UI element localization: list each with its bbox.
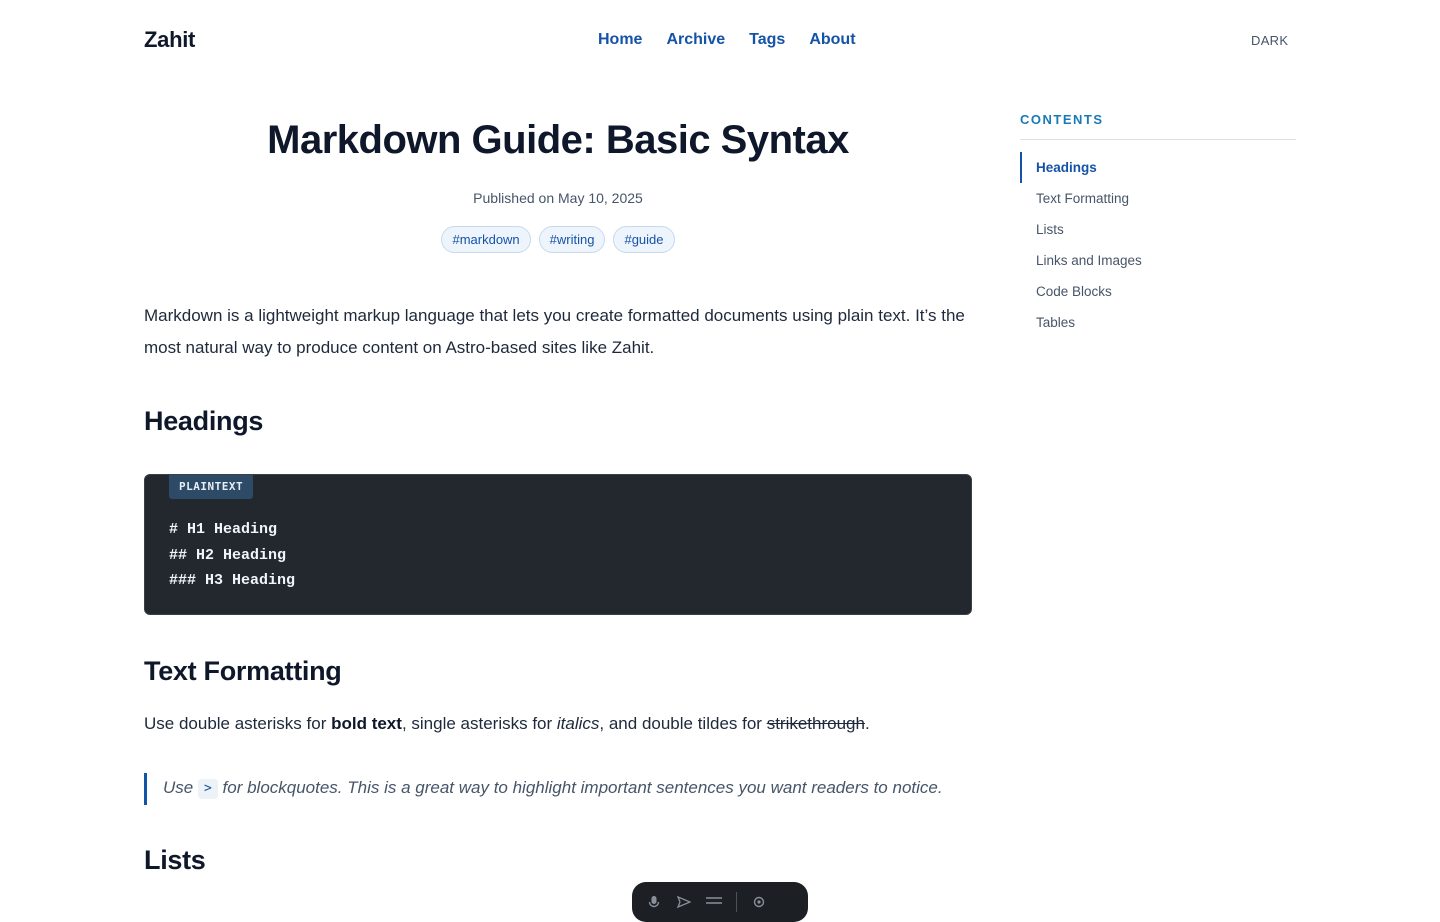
nav-archive-link[interactable]: Archive — [666, 31, 725, 49]
toc-list: Headings Text Formatting Lists Links and… — [1020, 152, 1296, 338]
blockquote-text: Use — [163, 778, 198, 797]
toc-item-lists[interactable]: Lists — [1020, 214, 1296, 245]
code-block: PLAINTEXT # H1 Heading ## H2 Heading ###… — [144, 474, 972, 615]
tag-writing[interactable]: #writing — [538, 226, 606, 253]
site-logo[interactable]: Zahit — [144, 27, 195, 53]
microphone-icon[interactable] — [646, 894, 662, 910]
theme-toggle-button[interactable]: DARK — [1251, 33, 1288, 48]
nav-about-link[interactable]: About — [809, 31, 855, 49]
tag-list: #markdown #writing #guide — [144, 226, 972, 253]
section-heading-text-formatting: Text Formatting — [144, 656, 342, 686]
settings-icon[interactable] — [751, 894, 767, 910]
toc-item-headings[interactable]: Headings — [1020, 152, 1296, 183]
code-content: # H1 Heading ## H2 Heading ### H3 Headin… — [169, 517, 295, 594]
floating-toolbar — [632, 882, 808, 922]
main-nav: Home Archive Tags About — [598, 31, 856, 49]
formatting-text: , and double tildes for — [599, 714, 767, 733]
formatting-text: Use double asterisks for — [144, 714, 332, 733]
toolbar-divider — [736, 892, 737, 912]
code-line: # H1 Heading — [169, 521, 278, 538]
tag-guide[interactable]: #guide — [613, 226, 675, 253]
table-of-contents: CONTENTS Headings Text Formatting Lists … — [1020, 112, 1296, 338]
section-heading-lists: Lists — [144, 845, 206, 875]
post-title: Markdown Guide: Basic Syntax — [267, 118, 849, 162]
formatting-text: . — [864, 714, 870, 733]
nav-home-link[interactable]: Home — [598, 31, 642, 49]
italic-example: italics — [556, 714, 600, 733]
intro-paragraph: Markdown is a lightweight markup languag… — [144, 306, 965, 357]
toc-item-code-blocks[interactable]: Code Blocks — [1020, 276, 1296, 307]
send-icon[interactable] — [676, 894, 692, 910]
tag-markdown[interactable]: #markdown — [441, 226, 531, 253]
nav-tags-link[interactable]: Tags — [749, 31, 785, 49]
toc-title: CONTENTS — [1020, 112, 1296, 140]
code-language-label: PLAINTEXT — [169, 475, 254, 499]
toc-item-text-formatting[interactable]: Text Formatting — [1020, 183, 1296, 214]
toc-item-links-and-images[interactable]: Links and Images — [1020, 245, 1296, 276]
bold-example: bold text — [331, 714, 402, 733]
blockquote-text: for blockquotes. This is a great way to … — [217, 778, 943, 797]
section-heading-headings: Headings — [144, 406, 264, 436]
code-line: ### H3 Heading — [169, 572, 296, 589]
formatting-text: , single asterisks for — [401, 714, 557, 733]
formatting-paragraph: Use double asterisks for bold text, sing… — [144, 710, 972, 738]
toc-item-tables[interactable]: Tables — [1020, 307, 1296, 338]
code-line: ## H2 Heading — [169, 546, 287, 564]
published-date: Published on May 10, 2025 — [473, 190, 643, 206]
menu-icon[interactable] — [706, 894, 722, 910]
strikethrough-example: strikethrough — [766, 714, 865, 733]
blockquote: Use > for blockquotes. This is a great w… — [144, 773, 972, 805]
site-header: Zahit Home Archive Tags About DARK — [0, 0, 1440, 82]
inline-code: > — [197, 779, 218, 799]
